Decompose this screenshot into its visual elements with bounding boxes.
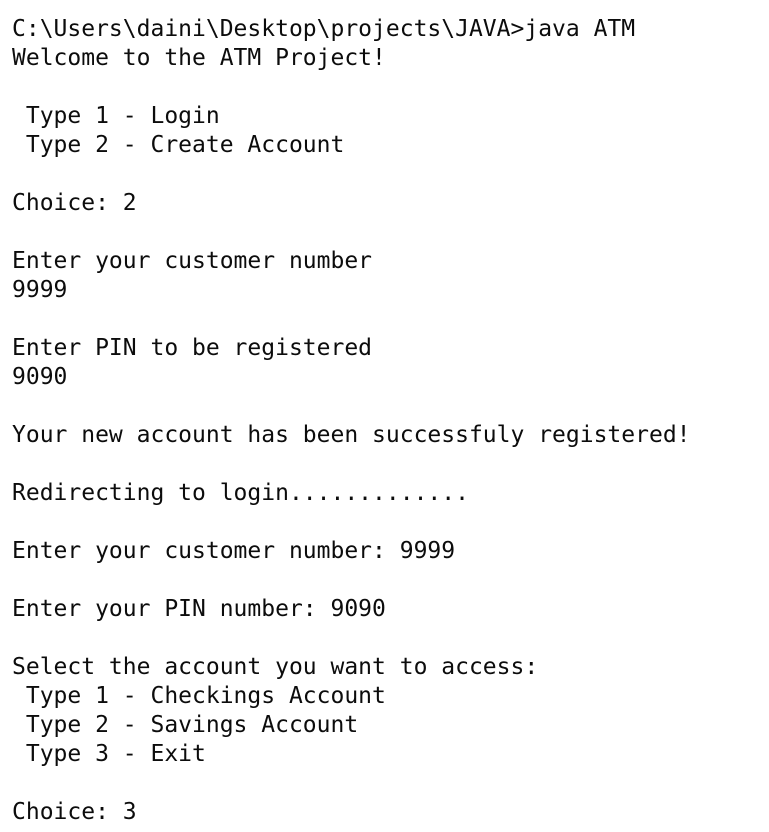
redirect-message: Redirecting to login............. [12, 480, 469, 506]
login-pin-line: Enter your PIN number: 9090 [12, 596, 386, 622]
choice-input-line: Choice: 2 [12, 190, 137, 216]
pin-register-prompt: Enter PIN to be registered [12, 335, 373, 361]
customer-number-value: 9999 [12, 277, 68, 303]
console-window[interactable]: C:\Users\daini\Desktop\projects\JAVA>jav… [0, 0, 769, 832]
pin-value: 9090 [12, 364, 68, 390]
menu-option-checkings: Type 1 - Checkings Account [12, 683, 386, 709]
menu-option-create-account: Type 2 - Create Account [12, 132, 345, 158]
final-choice-line: Choice: 3 [12, 799, 137, 825]
menu-option-login: Type 1 - Login [12, 103, 220, 129]
menu-option-exit: Type 3 - Exit [12, 741, 206, 767]
command-prompt-line: C:\Users\daini\Desktop\projects\JAVA>jav… [12, 16, 636, 42]
account-select-prompt: Select the account you want to access: [12, 654, 539, 680]
registration-success-message: Your new account has been successfuly re… [12, 422, 691, 448]
menu-option-savings: Type 2 - Savings Account [12, 712, 359, 738]
login-customer-number-line: Enter your customer number: 9999 [12, 538, 456, 564]
welcome-message: Welcome to the ATM Project! [12, 45, 386, 71]
customer-number-prompt: Enter your customer number [12, 248, 373, 274]
